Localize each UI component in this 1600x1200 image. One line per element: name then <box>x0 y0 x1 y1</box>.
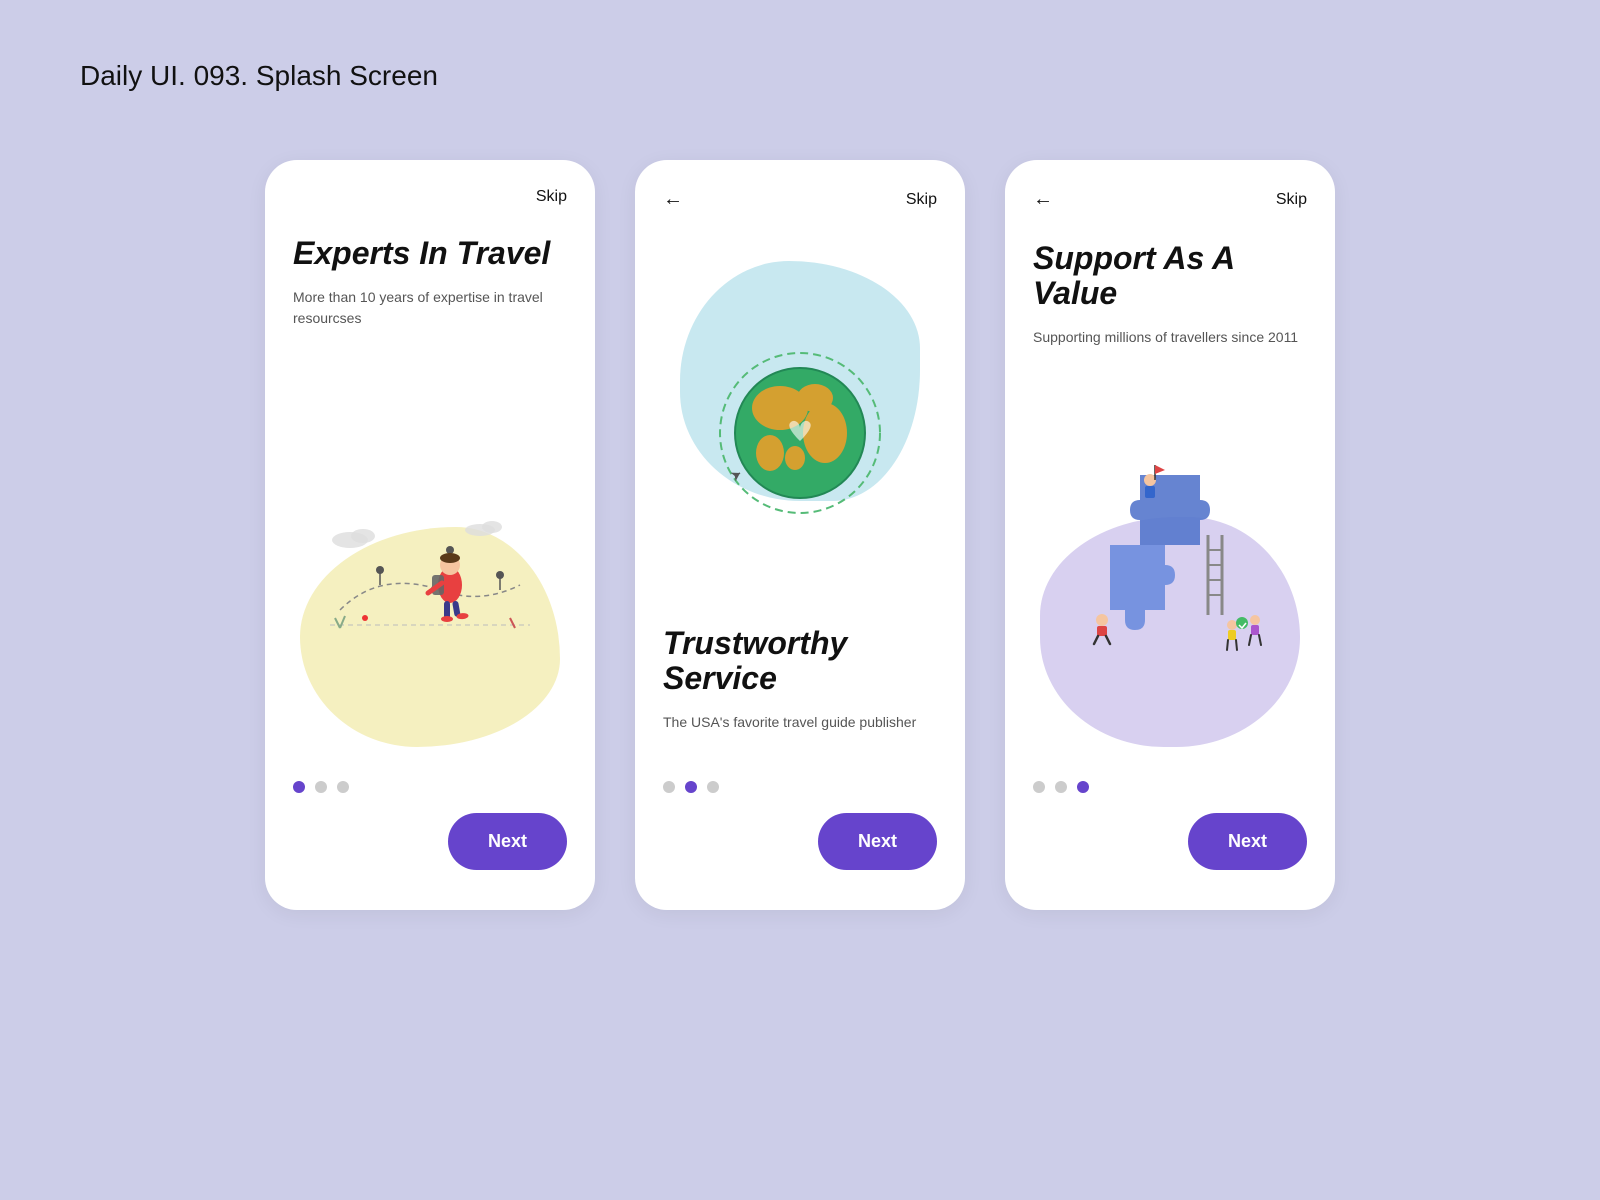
card-2: ← Skip <box>635 160 965 910</box>
card-2-next-button[interactable]: Next <box>818 813 937 870</box>
card-2-subtitle: The USA's favorite travel guide publishe… <box>663 712 937 733</box>
card-1-illustration <box>293 363 567 747</box>
dot-2-2 <box>685 781 697 793</box>
card-3: ← Skip Support As A Value Supporting mil… <box>1005 160 1335 910</box>
dot-2-1 <box>663 781 675 793</box>
card-1: Skip Experts In Travel More than 10 year… <box>265 160 595 910</box>
dot-1-3 <box>337 781 349 793</box>
card-1-dots <box>293 781 567 793</box>
card-3-header: ← Skip <box>1033 188 1307 211</box>
dot-1-2 <box>315 781 327 793</box>
card-2-header: ← Skip <box>663 188 937 211</box>
card-3-dots <box>1033 781 1307 793</box>
card-3-skip-button[interactable]: Skip <box>1276 191 1307 209</box>
card-3-subtitle: Supporting millions of travellers since … <box>1033 327 1307 348</box>
dot-1-1 <box>293 781 305 793</box>
card-3-back-button[interactable]: ← <box>1033 188 1053 211</box>
card-3-title: Support As A Value <box>1033 241 1307 311</box>
puzzle-illustration <box>1060 465 1280 665</box>
card-2-back-button[interactable]: ← <box>663 188 683 211</box>
traveler-illustration <box>320 470 540 660</box>
globe-illustration <box>710 343 890 523</box>
card-1-skip-button[interactable]: Skip <box>536 188 567 206</box>
card-3-illustration <box>1033 382 1307 747</box>
card-3-next-button[interactable]: Next <box>1188 813 1307 870</box>
dot-3-1 <box>1033 781 1045 793</box>
dot-2-3 <box>707 781 719 793</box>
card-1-next-button[interactable]: Next <box>448 813 567 870</box>
card-2-skip-button[interactable]: Skip <box>906 191 937 209</box>
dot-3-3 <box>1077 781 1089 793</box>
dot-3-2 <box>1055 781 1067 793</box>
page-title: Daily UI. 093. Splash Screen <box>80 60 438 92</box>
card-1-header: Skip <box>293 188 567 206</box>
card-2-illustration <box>663 251 937 616</box>
card-1-subtitle: More than 10 years of expertise in trave… <box>293 287 567 329</box>
card-2-title: Trustworthy Service <box>663 626 937 696</box>
cards-container: Skip Experts In Travel More than 10 year… <box>0 0 1600 910</box>
card-1-title: Experts In Travel <box>293 236 567 271</box>
card-2-dots <box>663 781 937 793</box>
